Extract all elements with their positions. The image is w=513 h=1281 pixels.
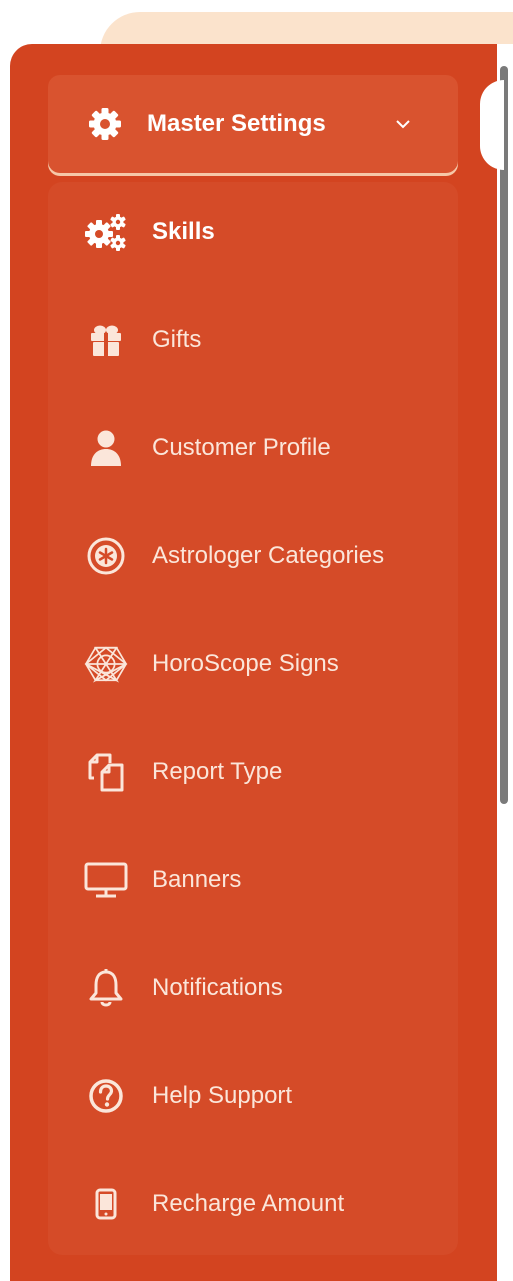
asterisk-circle-icon xyxy=(84,534,128,578)
bell-icon xyxy=(84,966,128,1010)
copy-files-icon xyxy=(84,750,128,794)
monitor-icon xyxy=(84,858,128,902)
menu-item-recharge-amount[interactable]: Recharge Amount xyxy=(48,1164,458,1244)
menu-item-label: Skills xyxy=(152,218,215,245)
menu-item-banners[interactable]: Banners xyxy=(48,840,458,920)
menu-item-notifications[interactable]: Notifications xyxy=(48,948,458,1028)
menu-item-label: Customer Profile xyxy=(152,434,331,461)
menu-item-label: HoroScope Signs xyxy=(152,650,339,677)
menu-item-label: Gifts xyxy=(152,326,202,353)
menu-item-label: Astrologer Categories xyxy=(152,542,385,569)
menu-item-label: Banners xyxy=(152,866,242,893)
scrollbar-thumb[interactable] xyxy=(500,66,508,804)
menu-item-report-type[interactable]: Report Type xyxy=(48,732,458,812)
menu-item-label: Notifications xyxy=(152,974,283,1001)
menu-item-label: Recharge Amount xyxy=(152,1190,345,1217)
menu-item-horoscope-signs[interactable]: HoroScope Signs xyxy=(48,624,458,704)
menu-item-label: Help Support xyxy=(152,1082,293,1109)
gears-icon xyxy=(84,210,128,254)
gear-icon xyxy=(88,107,122,141)
master-settings-submenu: Skills Gifts Customer Profile Astrologer… xyxy=(48,182,458,1255)
menu-item-customer-profile[interactable]: Customer Profile xyxy=(48,408,458,488)
sidebar-notch xyxy=(480,80,504,170)
menu-item-label: Report Type xyxy=(152,758,283,785)
menu-item-help-support[interactable]: Help Support xyxy=(48,1056,458,1136)
user-icon xyxy=(84,426,128,470)
menu-item-astrologer-categories[interactable]: Astrologer Categories xyxy=(48,516,458,596)
master-settings-label: Master Settings xyxy=(147,110,326,137)
menu-item-skills[interactable]: Skills xyxy=(48,192,458,272)
mobile-phone-icon xyxy=(84,1182,128,1226)
question-circle-icon xyxy=(84,1074,128,1118)
master-settings-toggle[interactable]: Master Settings xyxy=(48,75,458,173)
zodiac-icon xyxy=(84,642,128,686)
menu-item-gifts[interactable]: Gifts xyxy=(48,300,458,380)
gift-icon xyxy=(84,318,128,362)
chevron-down-icon xyxy=(394,115,412,133)
